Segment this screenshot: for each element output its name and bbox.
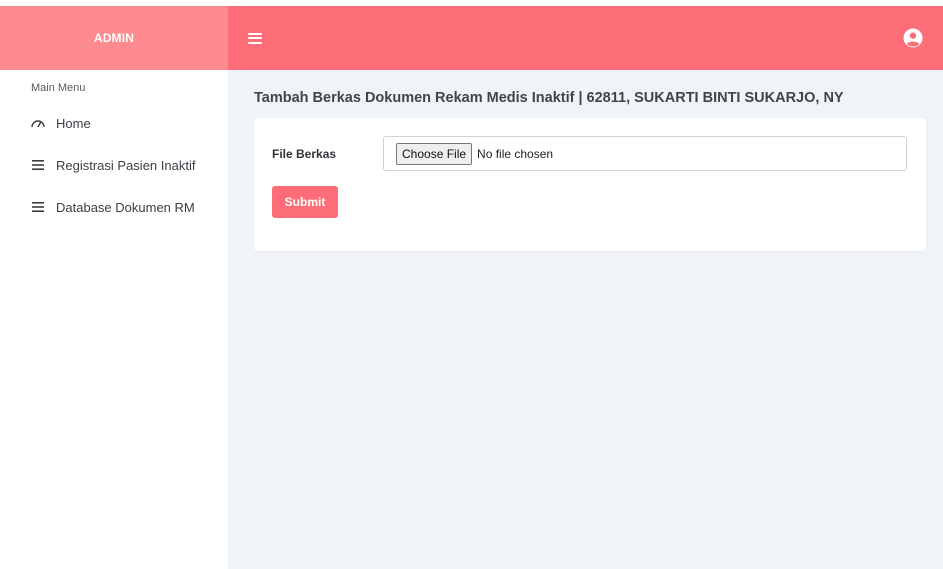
dashboard-icon xyxy=(31,116,45,130)
choose-file-button[interactable]: Choose File xyxy=(396,142,473,165)
sidebar-item-database[interactable]: Database Dokumen RM xyxy=(0,186,228,228)
sidebar-item-label: Home xyxy=(56,115,91,131)
list-icon xyxy=(31,200,45,214)
page-title: Tambah Berkas Dokumen Rekam Medis Inakti… xyxy=(254,90,844,106)
user-circle-icon[interactable] xyxy=(903,28,923,48)
menu-heading: Main Menu xyxy=(31,82,86,94)
app-root: ADMIN Main Menu Home Registrasi Pasien I… xyxy=(0,0,943,569)
hamburger-icon[interactable] xyxy=(248,32,262,44)
file-berkas-label: File Berkas xyxy=(272,147,337,161)
sidebar: ADMIN Main Menu Home Registrasi Pasien I… xyxy=(0,0,228,569)
sidebar-item-label: Registrasi Pasien Inaktif xyxy=(56,157,196,173)
sidebar-item-label: Database Dokumen RM xyxy=(56,199,195,215)
sidebar-item-home[interactable]: Home xyxy=(0,102,228,144)
main-content: Tambah Berkas Dokumen Rekam Medis Inakti… xyxy=(228,70,943,569)
upload-form-card: File Berkas Choose File No file chosen S… xyxy=(254,118,926,251)
sidebar-item-registrasi[interactable]: Registrasi Pasien Inaktif xyxy=(0,144,228,186)
list-icon xyxy=(31,158,45,172)
submit-button[interactable]: Submit xyxy=(272,186,338,218)
brand-title[interactable]: ADMIN xyxy=(0,6,228,70)
file-status-text: No file chosen xyxy=(477,146,554,161)
file-input[interactable]: Choose File No file chosen xyxy=(383,136,907,171)
top-header xyxy=(228,6,943,70)
